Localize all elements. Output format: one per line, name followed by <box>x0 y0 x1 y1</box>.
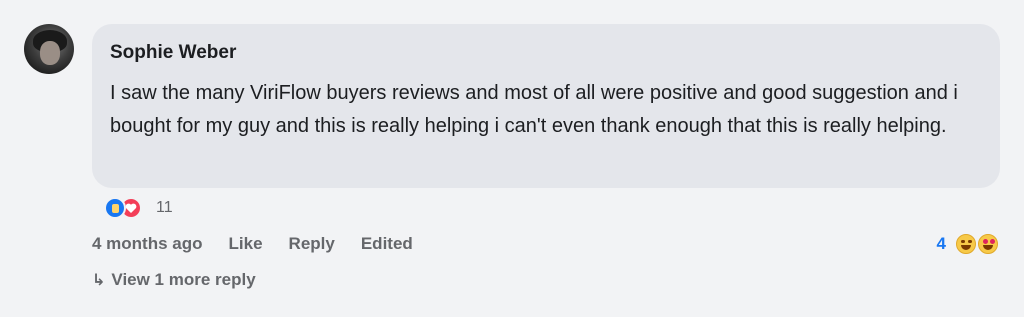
comment-timestamp[interactable]: 4 months ago <box>92 234 203 254</box>
comment-actions: 4 months ago Like Reply Edited <box>92 233 439 255</box>
reaction-count: 11 <box>156 199 173 216</box>
laugh-emoji-icon <box>956 234 976 254</box>
reply-arrow-icon: ↳ <box>92 272 106 289</box>
heart-eyes-emoji-icon <box>978 234 998 254</box>
avatar[interactable] <box>24 24 74 74</box>
view-replies-link[interactable]: ↳ View 1 more reply <box>92 269 256 291</box>
reply-button[interactable]: Reply <box>289 234 335 254</box>
edited-label[interactable]: Edited <box>361 234 413 254</box>
reaction-summary-right[interactable]: 4 <box>937 233 998 255</box>
reaction-summary[interactable]: 11 <box>104 196 173 220</box>
comment-bubble: Sophie Weber I saw the many ViriFlow buy… <box>92 24 1000 188</box>
comment-text: I saw the many ViriFlow buyers reviews a… <box>110 82 958 137</box>
reaction-count-right: 4 <box>936 234 946 253</box>
avatar-face <box>40 41 60 65</box>
like-icon <box>104 197 126 219</box>
like-button[interactable]: Like <box>229 234 263 254</box>
comment-author[interactable]: Sophie Weber <box>110 41 982 65</box>
view-replies-label: View 1 more reply <box>111 270 256 289</box>
